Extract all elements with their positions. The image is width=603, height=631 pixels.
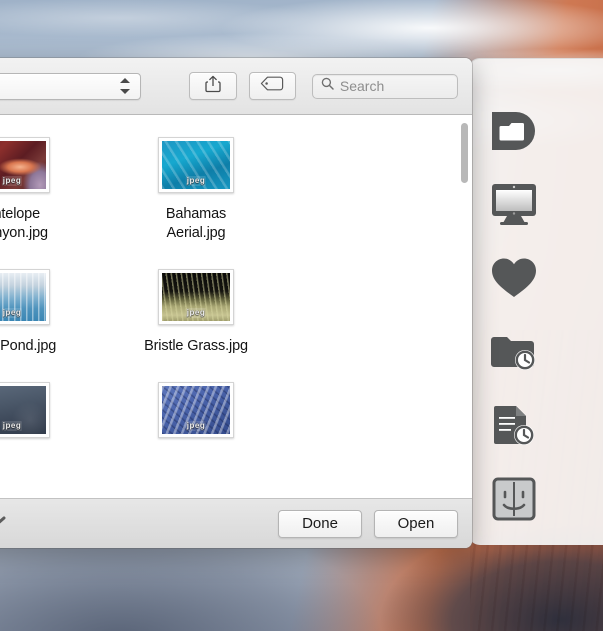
dock-item-dropbox[interactable] (486, 103, 542, 159)
chevron-down-icon[interactable] (0, 515, 6, 531)
chevron-updown-icon (119, 77, 132, 95)
file-item-empty (288, 137, 472, 243)
thumbnail-image: jpeg (0, 273, 46, 321)
finder-face-icon (492, 477, 536, 521)
thumbnail-image: jpeg (0, 141, 46, 189)
dialog-footer: Done Open (0, 498, 472, 548)
dialog-toolbar: ictures (0, 58, 472, 115)
thumbnail-image: jpeg (0, 386, 46, 434)
done-button[interactable]: Done (278, 510, 362, 538)
thumbnail-row3-left[interactable]: jpeg (0, 382, 50, 438)
file-type-badge: jpeg (2, 421, 22, 431)
file-item[interactable]: jpeg Bristle Grass.jpg (104, 269, 288, 356)
tag-icon (260, 76, 284, 96)
thumbnail-row3-right[interactable]: jpeg (158, 382, 234, 438)
file-item-empty (288, 269, 472, 356)
imac-display-icon (489, 182, 539, 228)
dock-item-recent-folders[interactable] (486, 324, 542, 380)
thumbnail-image: jpeg (162, 141, 230, 189)
share-button[interactable] (189, 72, 236, 100)
scrollbar-thumb[interactable] (461, 123, 468, 183)
location-popup-button[interactable]: ictures (0, 73, 141, 100)
file-item[interactable]: jpeg (0, 382, 104, 450)
open-file-dialog: ictures (0, 58, 472, 548)
thumbnail-bahamas-aerial[interactable]: jpeg (158, 137, 234, 193)
dock (468, 58, 603, 545)
share-icon (205, 75, 221, 98)
file-item[interactable]: jpeg Blue Pond.jpg (0, 269, 104, 356)
thumbnail-bristle-grass[interactable]: jpeg (158, 269, 234, 325)
file-item[interactable]: jpeg Antelope Canyon.jpg (0, 137, 104, 243)
dock-item-recent-documents[interactable] (486, 398, 542, 454)
file-name-label: Blue Pond.jpg (0, 337, 56, 356)
screen: ictures (0, 0, 603, 631)
recent-folder-clock-icon (490, 331, 538, 373)
thumbnail-image: jpeg (162, 273, 230, 321)
location-popup-label: ictures (0, 78, 119, 95)
thumbnail-blue-pond[interactable]: jpeg (0, 269, 50, 325)
file-type-badge: jpeg (186, 308, 206, 318)
file-icon-grid: jpeg Antelope Canyon.jpg jpeg Bahamas Ae… (0, 115, 472, 450)
file-browser-content: jpeg Antelope Canyon.jpg jpeg Bahamas Ae… (0, 115, 472, 498)
file-name-label: Bristle Grass.jpg (144, 337, 248, 356)
thumbnail-image: jpeg (162, 386, 230, 434)
heart-favorites-icon (490, 256, 538, 300)
vertical-scrollbar[interactable] (459, 119, 470, 494)
file-type-badge: jpeg (2, 176, 22, 186)
search-icon (321, 77, 334, 95)
tag-button[interactable] (249, 72, 296, 100)
recent-document-clock-icon (491, 404, 537, 448)
search-field[interactable]: Search (312, 74, 458, 99)
dock-item-favorites[interactable] (486, 250, 542, 306)
dock-item-computer[interactable] (486, 177, 542, 233)
search-placeholder: Search (340, 78, 384, 94)
open-button[interactable]: Open (374, 510, 458, 538)
thumbnail-antelope-canyon[interactable]: jpeg (0, 137, 50, 193)
file-name-label: Antelope Canyon.jpg (0, 205, 64, 243)
file-item-empty (288, 382, 472, 450)
dropbox-folder-icon (488, 108, 540, 154)
dock-item-finder[interactable] (486, 471, 542, 527)
file-name-label: Bahamas Aerial.jpg (144, 205, 248, 243)
file-item[interactable]: jpeg (104, 382, 288, 450)
file-type-badge: jpeg (186, 421, 206, 431)
file-type-badge: jpeg (2, 308, 22, 318)
file-item[interactable]: jpeg Bahamas Aerial.jpg (104, 137, 288, 243)
file-type-badge: jpeg (186, 176, 206, 186)
